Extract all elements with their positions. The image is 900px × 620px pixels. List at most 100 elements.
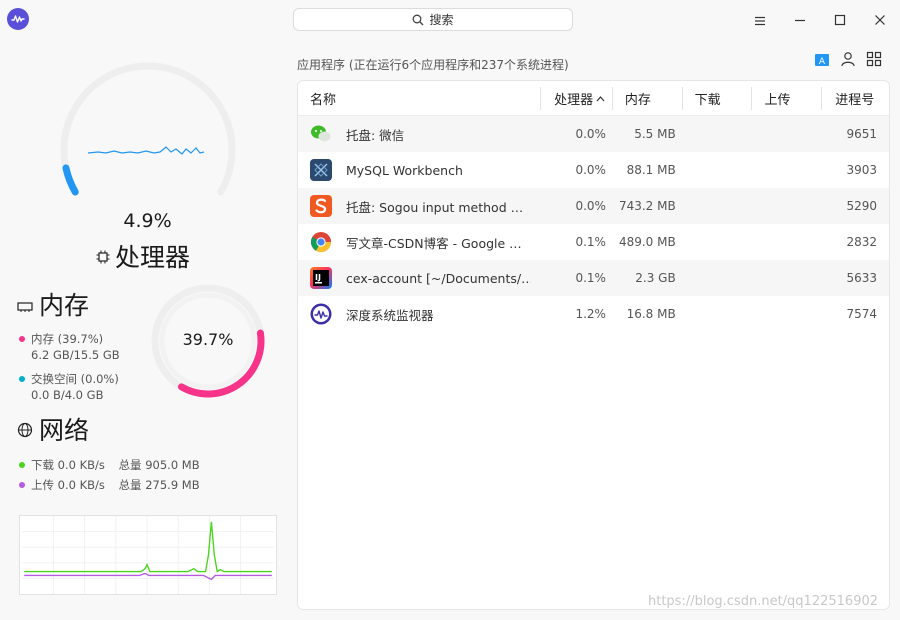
- process-pid: 5633: [846, 271, 877, 285]
- system-monitor-icon: [310, 303, 332, 325]
- cpu-heading: 处理器: [95, 238, 190, 274]
- svg-text:IJ: IJ: [315, 273, 321, 282]
- column-pid-label: 进程号: [835, 92, 875, 108]
- column-upload-label: 上传: [764, 92, 791, 108]
- process-name: 托盘: 微信: [346, 127, 405, 143]
- cpu-history-line: [87, 146, 205, 155]
- process-name-cell: 深度系统监视器: [298, 303, 540, 325]
- menu-icon: [754, 11, 766, 30]
- table-row[interactable]: 托盘: 微信 0.0% 5.5 MB 9651: [298, 116, 889, 152]
- process-memory: 2.3 GB: [635, 271, 676, 285]
- network-heading: 网络: [17, 411, 89, 447]
- app-view-button[interactable]: A: [813, 52, 831, 70]
- memory-heading: 内存: [17, 286, 89, 322]
- swap-value: 0.0 B/4.0 GB: [31, 388, 104, 402]
- table-row[interactable]: 深度系统监视器 1.2% 16.8 MB 7574: [298, 296, 889, 332]
- upload-total: 总量 275.9 MB: [118, 478, 200, 492]
- table-row[interactable]: MySQL Workbench 0.0% 88.1 MB 3903: [298, 152, 889, 188]
- process-pid: 3903: [846, 163, 877, 177]
- svg-text:A: A: [819, 57, 826, 67]
- memory-title: 内存: [39, 291, 90, 320]
- memory-dot: [19, 335, 25, 342]
- mysql-workbench-icon: [310, 159, 332, 181]
- menu-button[interactable]: [748, 8, 772, 32]
- app-view-icon: A: [814, 52, 830, 71]
- process-name: 托盘: Sogou input method …: [346, 199, 524, 215]
- process-pid: 2832: [846, 235, 877, 249]
- app-logo-icon: [7, 8, 29, 30]
- download-speed: 下载 0.0 KB/s: [31, 458, 105, 472]
- column-header-pid[interactable]: 进程号: [821, 81, 889, 116]
- minimize-button[interactable]: [788, 8, 812, 32]
- download-legend: 下载 0.0 KB/s 总量 905.0 MB: [19, 457, 200, 473]
- download-total: 总量 905.0 MB: [118, 458, 200, 472]
- search-label: 搜索: [429, 13, 454, 27]
- chrome-icon: [310, 231, 332, 253]
- process-memory: 16.8 MB: [626, 307, 676, 321]
- globe-icon: [17, 415, 33, 444]
- process-memory: 743.2 MB: [618, 199, 676, 213]
- column-header-memory[interactable]: 内存: [611, 81, 682, 116]
- table-header: 名称 处理器 内存 下载 上传 进程号: [298, 81, 889, 116]
- column-header-download[interactable]: 下载: [681, 81, 752, 116]
- swap-dot: [19, 375, 25, 382]
- process-name-cell: 托盘: Sogou input method …: [298, 195, 540, 217]
- close-button[interactable]: [868, 8, 892, 32]
- column-header-upload[interactable]: 上传: [751, 81, 821, 116]
- watermark-text: https://blog.csdn.net/qq122516902: [648, 594, 879, 609]
- column-download-label: 下载: [694, 92, 721, 108]
- grid-icon: [866, 51, 882, 71]
- upload-dot: [19, 481, 25, 488]
- maximize-button[interactable]: [828, 8, 852, 32]
- network-title: 网络: [39, 416, 90, 445]
- user-icon: [840, 51, 856, 71]
- process-cpu: 1.2%: [575, 307, 606, 321]
- process-pid: 5290: [846, 199, 877, 213]
- close-icon: [874, 11, 886, 30]
- system-monitor-window: 搜索 4.9% 处理器 内存 内存 (39.7%) 6.2 GB/15.5 GB…: [0, 0, 900, 620]
- search-input[interactable]: 搜索: [293, 8, 573, 31]
- swap-legend: 交换空间 (0.0%) 0.0 B/4.0 GB: [19, 371, 119, 403]
- swap-label: 交换空间 (0.0%): [31, 372, 119, 386]
- process-cpu: 0.0%: [575, 163, 606, 177]
- sogou-icon: [310, 195, 332, 217]
- process-cpu: 0.1%: [575, 235, 606, 249]
- memory-legend: 内存 (39.7%) 6.2 GB/15.5 GB: [19, 331, 120, 363]
- process-view-button[interactable]: [865, 51, 883, 71]
- download-dot: [19, 461, 25, 468]
- wechat-icon: [310, 123, 332, 145]
- process-memory: 88.1 MB: [626, 163, 676, 177]
- process-name: 深度系统监视器: [346, 307, 434, 323]
- process-name: MySQL Workbench: [346, 162, 463, 178]
- user-view-button[interactable]: [839, 52, 857, 70]
- intellij-icon: IJ: [310, 267, 332, 289]
- process-cpu: 0.0%: [575, 199, 606, 213]
- memory-value: 6.2 GB/15.5 GB: [31, 348, 120, 362]
- table-row[interactable]: 写文章-CSDN博客 - Google … 0.1% 489.0 MB 2832: [298, 224, 889, 260]
- process-memory: 489.0 MB: [618, 235, 676, 249]
- resource-panel: 4.9% 处理器 内存 内存 (39.7%) 6.2 GB/15.5 GB 交换…: [0, 40, 290, 620]
- table-body: 托盘: 微信 0.0% 5.5 MB 9651 MySQL Workbench …: [298, 116, 889, 332]
- process-name-cell: MySQL Workbench: [298, 159, 540, 181]
- maximize-icon: [834, 11, 846, 30]
- column-memory-label: 内存: [624, 92, 651, 108]
- network-history-chart: [19, 515, 277, 595]
- process-name-cell: 写文章-CSDN博客 - Google …: [298, 231, 540, 253]
- cpu-percent: 4.9%: [123, 210, 172, 232]
- process-name-cell: IJ cex-account [~/Documents/…: [298, 267, 540, 289]
- memory-label: 内存 (39.7%): [31, 332, 104, 346]
- process-table: 名称 处理器 内存 下载 上传 进程号 托盘: 微信 0.0% 5.5 MB 9…: [297, 80, 890, 610]
- sort-ascending-icon: [596, 91, 605, 106]
- process-name-cell: 托盘: 微信: [298, 123, 540, 145]
- column-header-cpu[interactable]: 处理器: [540, 81, 612, 116]
- view-switcher: A: [813, 51, 883, 71]
- column-name-label: 名称: [310, 92, 337, 108]
- table-row[interactable]: IJ cex-account [~/Documents/… 0.1% 2.3 G…: [298, 260, 889, 296]
- process-name: 写文章-CSDN博客 - Google …: [346, 235, 522, 251]
- column-header-name[interactable]: 名称: [298, 81, 540, 116]
- cpu-title: 处理器: [115, 243, 191, 272]
- upload-speed: 上传 0.0 KB/s: [31, 478, 105, 492]
- table-row[interactable]: 托盘: Sogou input method … 0.0% 743.2 MB 5…: [298, 188, 889, 224]
- memory-icon: [17, 290, 33, 319]
- upload-legend: 上传 0.0 KB/s 总量 275.9 MB: [19, 477, 200, 493]
